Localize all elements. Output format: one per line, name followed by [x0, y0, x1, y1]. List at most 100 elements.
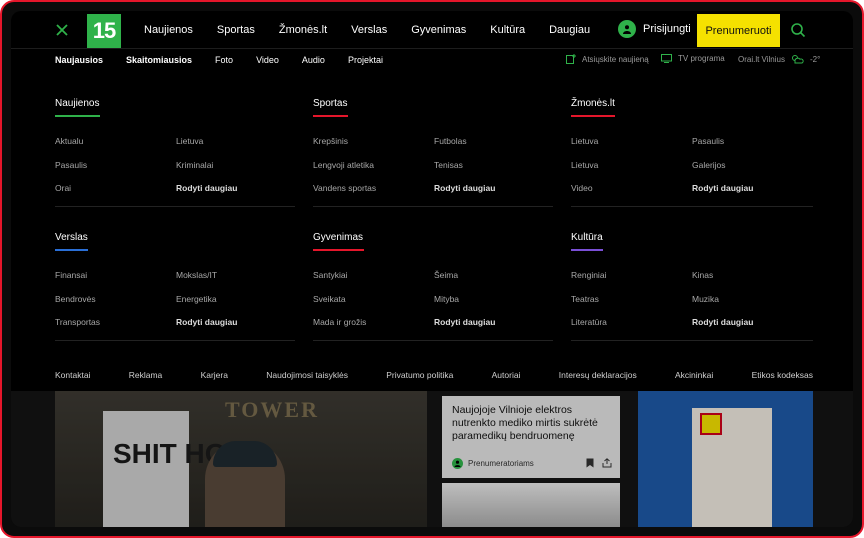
nav-item-sportas[interactable]: Sportas	[217, 24, 255, 36]
menu-link[interactable]: Lengvoji atletika	[313, 160, 374, 170]
footer-link-kontaktai[interactable]: Kontaktai	[55, 370, 90, 380]
menu-section-title[interactable]: Kultūra	[571, 232, 603, 243]
menu-section: Sportas Krepšinis Futbolas Lengvoji atletik…	[313, 98, 553, 198]
menu-link[interactable]: Galerijos	[692, 160, 726, 170]
overlay-dim	[11, 391, 853, 527]
subnav-item-projektai[interactable]: Projektai	[348, 55, 383, 65]
menu-section-underline	[571, 115, 615, 117]
menu-section-title[interactable]: Žmonės.lt	[571, 98, 615, 109]
menu-link[interactable]: Muzika	[692, 294, 719, 304]
weather-widget[interactable]: Orai.lt Vilnius -2°	[738, 54, 820, 64]
show-more-link[interactable]: Rodyti daugiau	[176, 183, 237, 193]
menu-link[interactable]: Transportas	[55, 317, 100, 327]
weather-city: Orai.lt Vilnius	[738, 54, 785, 64]
menu-link[interactable]: Bendrovės	[55, 294, 96, 304]
menu-link[interactable]: Video	[571, 183, 593, 193]
menu-link[interactable]: Pasaulis	[692, 136, 724, 146]
menu-link[interactable]: Santykiai	[313, 270, 348, 280]
tv-program-link[interactable]: TV programa	[661, 54, 725, 63]
menu-section-title[interactable]: Sportas	[313, 98, 347, 109]
site-logo[interactable]: 15	[87, 14, 121, 48]
menu-link[interactable]: Literatūra	[571, 317, 607, 327]
menu-section-underline	[55, 115, 100, 117]
menu-link[interactable]: Tenisas	[434, 160, 463, 170]
menu-link[interactable]: Vandens sportas	[313, 183, 376, 193]
subnav-item-audio[interactable]: Audio	[302, 55, 325, 65]
menu-link[interactable]: Šeima	[434, 270, 458, 280]
page-viewport: 15 Naujienos Sportas Žmonės.lt Verslas G…	[11, 11, 853, 527]
cloud-sun-icon	[791, 55, 804, 64]
menu-link[interactable]: Pasaulis	[55, 160, 87, 170]
footer-link-deklaracijos[interactable]: Interesų deklaracijos	[559, 370, 637, 380]
show-more-link[interactable]: Rodyti daugiau	[434, 183, 495, 193]
top-bar: 15 Naujienos Sportas Žmonės.lt Verslas G…	[11, 11, 853, 48]
menu-link[interactable]: Teatras	[571, 294, 599, 304]
nav-item-zmones[interactable]: Žmonės.lt	[279, 24, 327, 36]
menu-link[interactable]: Mokslas/IT	[176, 270, 217, 280]
menu-link[interactable]: Krepšinis	[313, 136, 348, 146]
show-more-link[interactable]: Rodyti daugiau	[692, 317, 753, 327]
compose-icon	[566, 54, 576, 64]
show-more-link[interactable]: Rodyti daugiau	[434, 317, 495, 327]
footer-link-privatumas[interactable]: Privatumo politika	[386, 370, 453, 380]
nav-item-daugiau[interactable]: Daugiau	[549, 24, 590, 36]
menu-section: Gyvenimas Santykiai Šeima Sveikata Mityba Mad…	[313, 232, 553, 332]
weather-temp: -2°	[809, 54, 821, 64]
menu-link[interactable]: Kriminalai	[176, 160, 213, 170]
menu-section-underline	[313, 115, 348, 117]
menu-link[interactable]: Aktualu	[55, 136, 83, 146]
search-icon[interactable]	[790, 22, 806, 38]
subnav-item-video[interactable]: Video	[256, 55, 279, 65]
tv-icon	[661, 54, 672, 63]
menu-section-underline	[313, 249, 364, 251]
menu-link[interactable]: Futbolas	[434, 136, 467, 146]
section-divider	[55, 206, 295, 207]
menu-section: Verslas Finansai Mokslas/IT Bendrovės Energe…	[55, 232, 295, 332]
menu-link[interactable]: Kinas	[692, 270, 713, 280]
menu-link[interactable]: Finansai	[55, 270, 87, 280]
menu-section-title[interactable]: Verslas	[55, 232, 88, 243]
menu-section: Žmonės.lt Lietuva Pasaulis Lietuva Galerijos…	[571, 98, 811, 198]
subscribe-button[interactable]: Prenumeruoti	[697, 14, 780, 47]
nav-item-gyvenimas[interactable]: Gyvenimas	[411, 24, 466, 36]
section-divider	[313, 206, 553, 207]
close-menu-icon[interactable]	[54, 22, 70, 38]
nav-item-verslas[interactable]: Verslas	[351, 24, 387, 36]
menu-link[interactable]: Lietuva	[571, 160, 598, 170]
send-news-label: Atsiųskite naujieną	[582, 54, 649, 64]
menu-section-title[interactable]: Naujienos	[55, 98, 99, 109]
login-button[interactable]: Prisijungti	[618, 20, 691, 38]
menu-link[interactable]: Lietuva	[176, 136, 203, 146]
menu-link[interactable]: Mityba	[434, 294, 459, 304]
nav-item-naujienos[interactable]: Naujienos	[144, 24, 193, 36]
menu-section: Kultūra Renginiai Kinas Teatras Muzika Litera…	[571, 232, 811, 332]
footer-link-autoriai[interactable]: Autoriai	[492, 370, 521, 380]
menu-section-underline	[55, 249, 88, 251]
section-divider	[313, 340, 553, 341]
subnav-item-naujausios[interactable]: Naujausios	[55, 55, 103, 65]
menu-link[interactable]: Orai	[55, 183, 71, 193]
footer-link-reklama[interactable]: Reklama	[129, 370, 163, 380]
subnav-item-skaitomiausios[interactable]: Skaitomiausios	[126, 55, 192, 65]
section-divider	[571, 206, 813, 207]
nav-item-kultura[interactable]: Kultūra	[490, 24, 525, 36]
tv-program-label: TV programa	[678, 54, 725, 63]
footer-link-akcininkai[interactable]: Akcininkai	[675, 370, 713, 380]
top-divider	[11, 48, 853, 49]
menu-link[interactable]: Mada ir grožis	[313, 317, 366, 327]
footer-link-etika[interactable]: Etikos kodeksas	[752, 370, 813, 380]
show-more-link[interactable]: Rodyti daugiau	[176, 317, 237, 327]
footer-link-karjera[interactable]: Karjera	[201, 370, 228, 380]
menu-link[interactable]: Renginiai	[571, 270, 606, 280]
app-frame: 15 Naujienos Sportas Žmonės.lt Verslas G…	[0, 0, 864, 538]
menu-section-title[interactable]: Gyvenimas	[313, 232, 363, 243]
menu-link[interactable]: Energetika	[176, 294, 217, 304]
footer-links: Kontaktai Reklama Karjera Naudojimosi ta…	[55, 370, 813, 380]
sub-nav: Naujausios Skaitomiausios Foto Video Aud…	[55, 55, 406, 65]
show-more-link[interactable]: Rodyti daugiau	[692, 183, 753, 193]
subnav-item-foto[interactable]: Foto	[215, 55, 233, 65]
send-news-link[interactable]: Atsiųskite naujieną	[566, 54, 649, 64]
menu-link[interactable]: Sveikata	[313, 294, 346, 304]
footer-link-taisykles[interactable]: Naudojimosi taisyklės	[266, 370, 348, 380]
menu-link[interactable]: Lietuva	[571, 136, 598, 146]
